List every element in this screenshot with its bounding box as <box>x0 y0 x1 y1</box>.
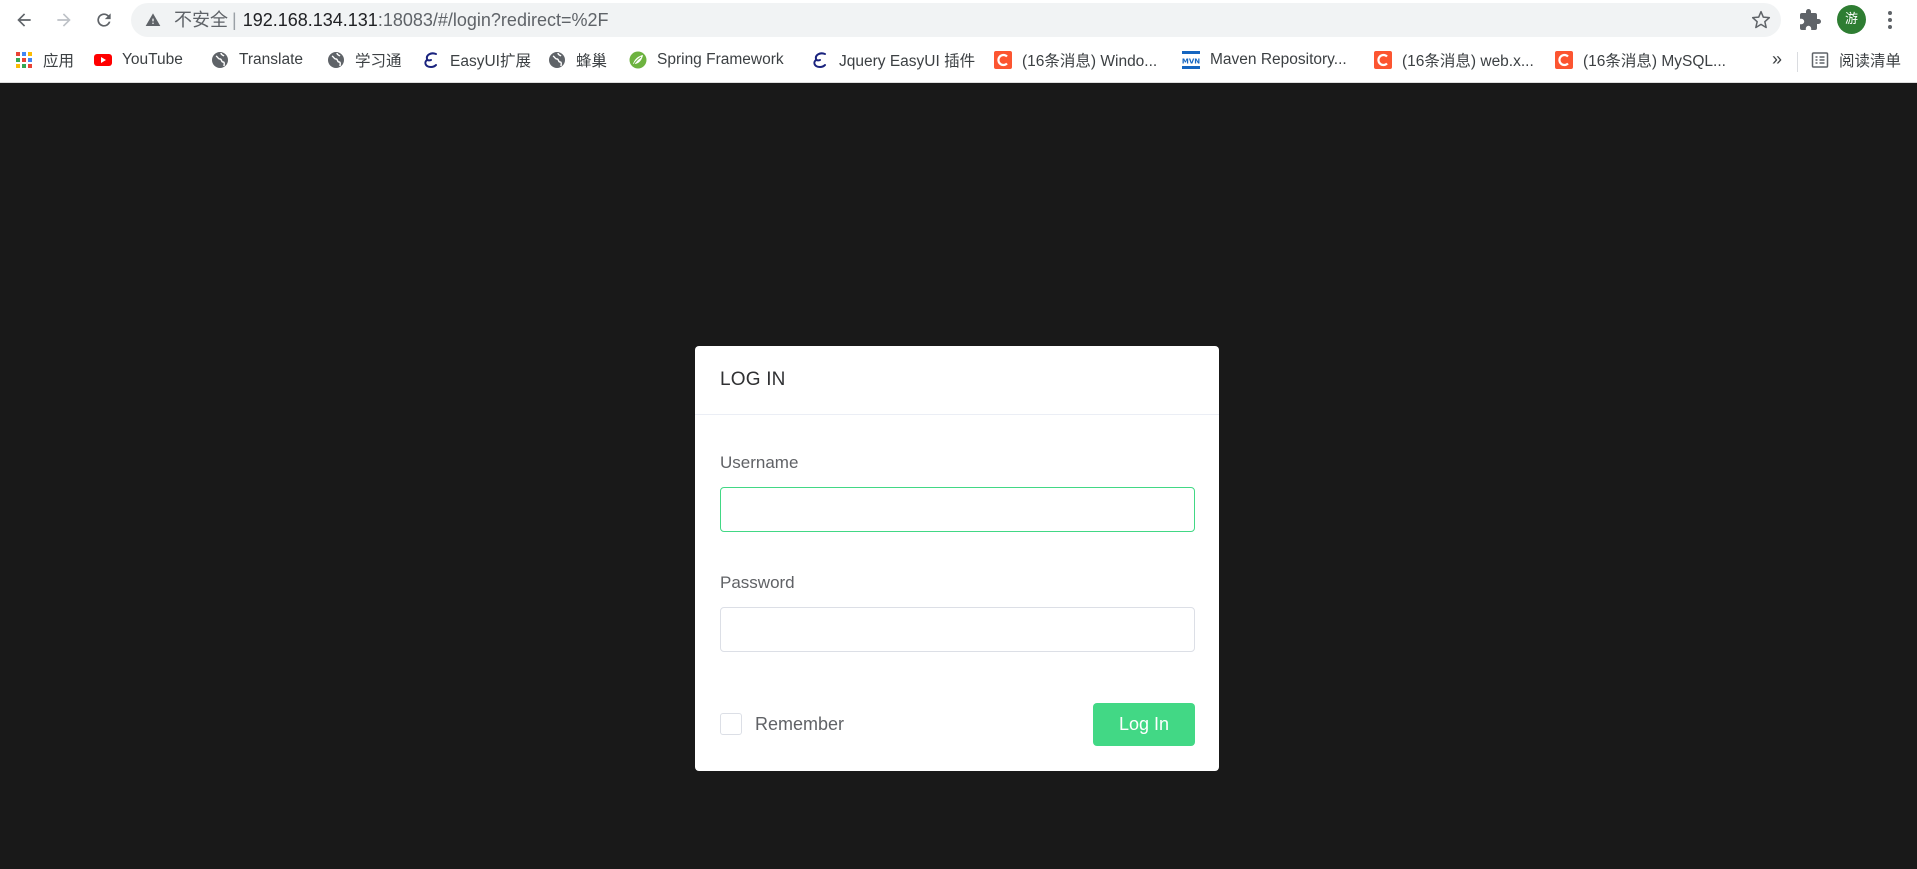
bookmark-spring[interactable]: Spring Framework <box>629 44 784 76</box>
username-label: Username <box>720 453 799 472</box>
easyui-icon <box>811 51 829 69</box>
bookmark-label: Maven Repository... <box>1210 51 1347 68</box>
bookmark-csdn-web[interactable]: (16条消息) web.x... <box>1374 44 1534 76</box>
login-title: LOG IN <box>720 369 786 390</box>
bookmark-xuexitong[interactable]: 学习通 <box>327 44 402 76</box>
address-text: 不安全 | 192.168.134.131:18083/#/login?redire… <box>174 3 608 37</box>
login-card: LOG IN Username Password Remember Log In <box>695 346 1219 771</box>
browser-chrome: 不安全 | 192.168.134.131:18083/#/login?redire… <box>0 0 1917 83</box>
password-input[interactable] <box>720 607 1195 652</box>
globe-icon <box>327 51 345 69</box>
bookmark-csdn-windows[interactable]: (16条消息) Windo... <box>994 44 1157 76</box>
bookmark-maven[interactable]: MVN Maven Repository... <box>1182 44 1347 76</box>
bookmark-label: (16条消息) web.x... <box>1402 53 1534 70</box>
security-label: 不安全 <box>174 10 228 30</box>
login-card-header: LOG IN <box>695 346 1219 415</box>
browser-toolbar: 不安全 | 192.168.134.131:18083/#/login?redire… <box>0 0 1917 40</box>
bookmarks-overflow-button[interactable]: » <box>1772 44 1782 76</box>
reading-list-button[interactable]: 阅读清单 <box>1811 44 1901 76</box>
url-path: :18083/#/login?redirect=%2F <box>377 10 609 30</box>
remember-checkbox[interactable] <box>720 713 742 735</box>
remember-checkbox-group[interactable]: Remember <box>720 713 844 735</box>
arrow-left-icon <box>17 13 31 27</box>
bookmark-jquery-easyui[interactable]: Jquery EasyUI 插件 <box>811 44 975 76</box>
bookmark-label: Translate <box>239 51 304 68</box>
reload-button[interactable] <box>88 4 120 36</box>
reading-list-label: 阅读清单 <box>1839 53 1902 70</box>
url-host: 192.168.134.131 <box>242 10 378 30</box>
csdn-icon <box>1374 51 1392 69</box>
bookmark-fengchao[interactable]: 蜂巢 <box>548 44 607 76</box>
bookmark-label: Spring Framework <box>657 51 784 68</box>
globe-icon <box>211 51 229 69</box>
csdn-icon <box>1555 51 1573 69</box>
bookmark-easyui-ext[interactable]: EasyUI扩展 <box>422 44 531 76</box>
password-label: Password <box>720 573 795 592</box>
bookmarks-bar: 应用 YouTube Translate 学习通 EasyUI扩展 蜂巢 Spr… <box>0 44 1917 76</box>
warning-triangle-icon <box>145 13 161 26</box>
bookmark-label: 应用 <box>43 53 75 70</box>
bookmark-youtube[interactable]: YouTube <box>94 44 183 76</box>
spring-leaf-icon <box>629 51 647 69</box>
bookmark-apps[interactable]: 应用 <box>15 44 74 76</box>
easyui-icon <box>422 51 440 69</box>
bookmark-label: 学习通 <box>355 53 402 70</box>
bookmark-label: (16条消息) MySQL... <box>1583 53 1726 70</box>
bookmark-csdn-mysql[interactable]: (16条消息) MySQL... <box>1555 44 1726 76</box>
bookmark-label: 蜂巢 <box>576 53 608 70</box>
csdn-icon <box>994 51 1012 69</box>
remember-label: Remember <box>755 713 845 734</box>
youtube-icon <box>94 51 112 69</box>
forward-button[interactable] <box>48 4 80 36</box>
username-input[interactable] <box>720 487 1195 532</box>
bookmark-label: EasyUI扩展 <box>450 53 531 70</box>
reload-icon <box>97 13 111 27</box>
reading-list-icon <box>1811 51 1829 69</box>
login-button[interactable]: Log In <box>1093 703 1195 746</box>
bookmark-label: (16条消息) Windo... <box>1022 53 1158 70</box>
bookmark-translate[interactable]: Translate <box>211 44 303 76</box>
mvn-icon: MVN <box>1182 51 1200 69</box>
more-vertical-icon[interactable] <box>1880 8 1900 32</box>
svg-text:MVN: MVN <box>1182 58 1200 66</box>
globe-icon <box>548 51 566 69</box>
bookmarks-divider <box>1797 52 1798 72</box>
arrow-right-icon <box>57 13 71 27</box>
address-bar[interactable]: 不安全 | 192.168.134.131:18083/#/login?redire… <box>131 3 1781 37</box>
bookmark-star-icon[interactable] <box>1751 10 1771 30</box>
back-button[interactable] <box>8 4 40 36</box>
address-separator: | <box>232 10 237 30</box>
apps-grid-icon <box>15 51 33 69</box>
profile-avatar[interactable]: 游 <box>1837 5 1866 34</box>
bookmark-label: Jquery EasyUI 插件 <box>839 53 976 70</box>
extensions-puzzle-icon[interactable] <box>1798 8 1822 32</box>
bookmark-label: YouTube <box>122 51 183 68</box>
